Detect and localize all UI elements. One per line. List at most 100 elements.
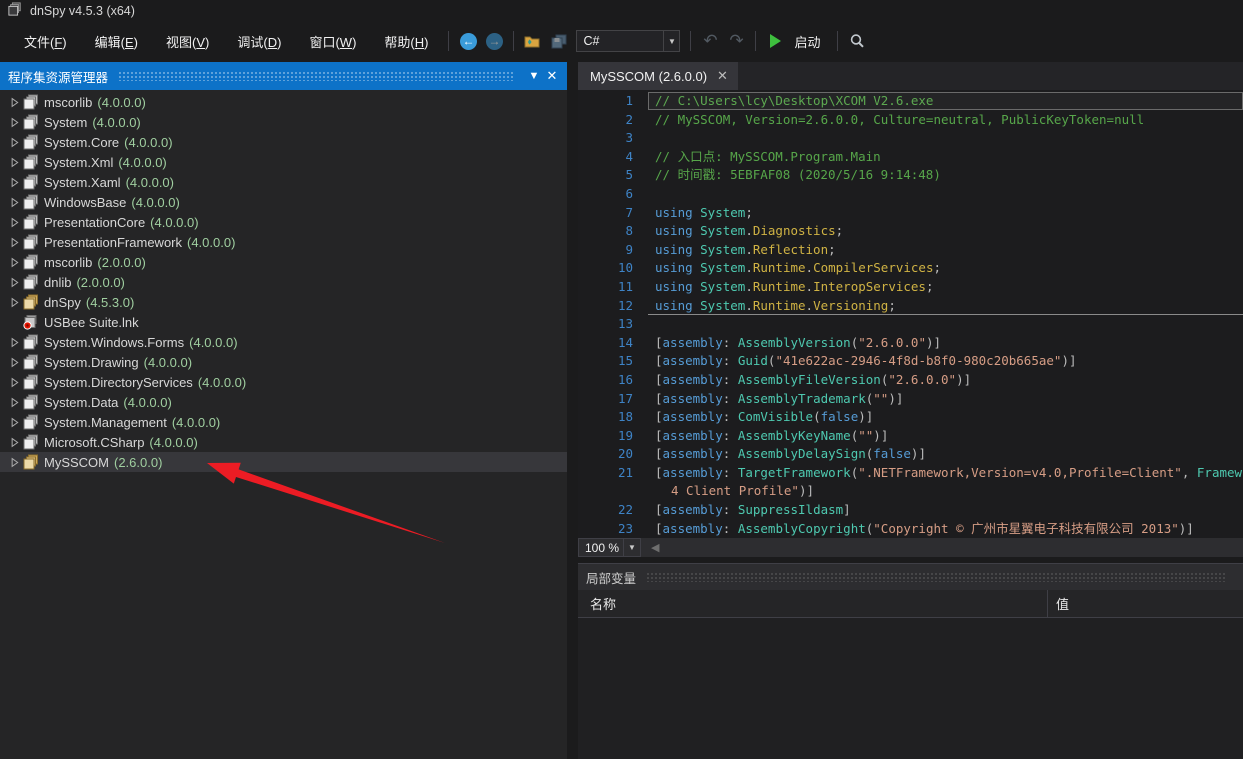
assembly-tree-item[interactable]: PresentationCore(4.0.0.0) xyxy=(0,212,567,232)
redo-icon: ↷ xyxy=(729,31,743,51)
assembly-tree-item[interactable]: dnlib(2.0.0.0) xyxy=(0,272,567,292)
assembly-tree-item[interactable]: System.Data(4.0.0.0) xyxy=(0,392,567,412)
assembly-tree-item[interactable]: Microsoft.CSharp(4.0.0.0) xyxy=(0,432,567,452)
menu-item[interactable]: 编辑(E) xyxy=(81,27,152,56)
expander-icon[interactable] xyxy=(6,177,22,188)
undo-button[interactable]: ↶ xyxy=(697,29,723,53)
expander-icon[interactable] xyxy=(6,397,22,408)
expander-icon[interactable] xyxy=(6,157,22,168)
assembly-name: System.Core xyxy=(44,135,119,150)
start-button-label: 启动 xyxy=(788,32,830,51)
menu-item[interactable]: 调试(D) xyxy=(223,27,295,56)
assembly-tree[interactable]: mscorlib(4.0.0.0)System(4.0.0.0)System.C… xyxy=(0,90,567,759)
code-line: 22[assembly: SuppressIldasm] xyxy=(578,501,1243,520)
expander-icon[interactable] xyxy=(6,217,22,228)
assembly-icon xyxy=(22,394,40,410)
expander-icon[interactable] xyxy=(6,237,22,248)
assembly-tree-item[interactable]: System.Core(4.0.0.0) xyxy=(0,132,567,152)
expander-icon[interactable] xyxy=(6,357,22,368)
assembly-version: (4.0.0.0) xyxy=(187,235,235,250)
expander-icon[interactable] xyxy=(6,417,22,428)
tab-close-icon[interactable]: ✕ xyxy=(717,68,728,84)
panel-close-button[interactable]: ✕ xyxy=(543,67,561,85)
assembly-name: System.DirectoryServices xyxy=(44,375,193,390)
assembly-icon xyxy=(22,334,40,350)
expander-icon[interactable] xyxy=(6,197,22,208)
assembly-tree-item[interactable]: System(4.0.0.0) xyxy=(0,112,567,132)
assembly-tree-item[interactable]: System.Management(4.0.0.0) xyxy=(0,412,567,432)
tab-label: MySSCOM (2.6.0.0) xyxy=(590,69,707,84)
line-number: 6 xyxy=(578,185,633,204)
assembly-tree-item[interactable]: System.DirectoryServices(4.0.0.0) xyxy=(0,372,567,392)
assembly-tree-item[interactable]: PresentationFramework(4.0.0.0) xyxy=(0,232,567,252)
code-text: using System; xyxy=(633,204,1243,223)
assembly-tree-item[interactable]: MySSCOM(2.6.0.0) xyxy=(0,452,567,472)
assembly-tree-item[interactable]: System.Xml(4.0.0.0) xyxy=(0,152,567,172)
code-line: 5// 时间戳: 5EBFAF08 (2020/5/16 9:14:48) xyxy=(578,166,1243,185)
code-text: using System.Runtime.CompilerServices; xyxy=(633,259,1243,278)
assembly-icon xyxy=(22,274,40,290)
zoom-dropdown-button[interactable]: ▼ xyxy=(624,538,641,557)
line-number: 9 xyxy=(578,241,633,260)
language-combo[interactable]: C# ▼ xyxy=(576,30,680,52)
assembly-name: System.Xaml xyxy=(44,175,121,190)
expander-icon[interactable] xyxy=(6,377,22,388)
scroll-left-icon: ◀ xyxy=(641,541,659,554)
code-line: 14[assembly: AssemblyVersion("2.6.0.0")] xyxy=(578,334,1243,353)
expander-icon[interactable] xyxy=(6,297,22,308)
panel-splitter[interactable] xyxy=(567,62,578,759)
line-number: 11 xyxy=(578,278,633,297)
menu-item[interactable]: 帮助(H) xyxy=(370,27,442,56)
assembly-tree-item[interactable]: dnSpy(4.5.3.0) xyxy=(0,292,567,312)
open-file-button[interactable] xyxy=(520,29,546,53)
assembly-tree-item[interactable]: USBee Suite.lnk xyxy=(0,312,567,332)
expander-icon[interactable] xyxy=(6,437,22,448)
assembly-tree-item[interactable]: mscorlib(2.0.0.0) xyxy=(0,252,567,272)
column-header-value[interactable]: 值 xyxy=(1048,590,1243,617)
expander-icon[interactable] xyxy=(6,137,22,148)
assembly-name: PresentationCore xyxy=(44,215,145,230)
back-button[interactable]: ← xyxy=(455,29,481,53)
assembly-icon xyxy=(22,134,40,150)
zoom-level-control[interactable]: 100 % xyxy=(578,538,624,557)
code-text: // MySSCOM, Version=2.6.0.0, Culture=neu… xyxy=(633,111,1243,130)
expander-icon[interactable] xyxy=(6,257,22,268)
expander-icon[interactable] xyxy=(6,337,22,348)
expander-icon[interactable] xyxy=(6,277,22,288)
save-all-button[interactable] xyxy=(546,29,572,53)
assembly-version: (4.0.0.0) xyxy=(149,435,197,450)
menu-item[interactable]: 视图(V) xyxy=(152,27,223,56)
column-header-name[interactable]: 名称 xyxy=(578,590,1048,617)
expander-icon[interactable] xyxy=(6,97,22,108)
search-button[interactable] xyxy=(844,29,870,53)
code-text: [assembly: AssemblyKeyName("")] xyxy=(633,427,1243,446)
tab-mysscom[interactable]: MySSCOM (2.6.0.0) ✕ xyxy=(578,62,738,90)
start-button[interactable]: 启动 xyxy=(762,29,830,53)
horizontal-scrollbar[interactable]: ◀ xyxy=(641,538,1243,557)
assembly-explorer-header: 程序集资源管理器 ▼ ✕ xyxy=(0,62,567,90)
redo-button[interactable]: ↷ xyxy=(723,29,749,53)
assembly-tree-item[interactable]: System.Drawing(4.0.0.0) xyxy=(0,352,567,372)
code-editor[interactable]: 1// C:\Users\lcy\Desktop\XCOM V2.6.exe2/… xyxy=(578,90,1243,538)
locals-body[interactable] xyxy=(578,619,1243,759)
panel-dropdown-button[interactable]: ▼ xyxy=(525,67,543,85)
line-number xyxy=(578,482,633,501)
assembly-tree-item[interactable]: mscorlib(4.0.0.0) xyxy=(0,92,567,112)
expander-icon[interactable] xyxy=(6,117,22,128)
menu-item[interactable]: 窗口(W) xyxy=(295,27,370,56)
assembly-tree-item[interactable]: WindowsBase(4.0.0.0) xyxy=(0,192,567,212)
app-icon xyxy=(8,2,22,21)
assembly-tree-item[interactable]: System.Xaml(4.0.0.0) xyxy=(0,172,567,192)
menu-item[interactable]: 文件(F) xyxy=(10,27,81,56)
language-combo-value: C# xyxy=(577,34,663,48)
back-icon: ← xyxy=(460,33,477,50)
forward-button[interactable]: → xyxy=(481,29,507,53)
assembly-version: (4.0.0.0) xyxy=(172,415,220,430)
assembly-explorer-panel: 程序集资源管理器 ▼ ✕ mscorlib(4.0.0.0)System(4.0… xyxy=(0,62,567,759)
chevron-down-icon: ▼ xyxy=(529,70,540,82)
assembly-tree-item[interactable]: System.Windows.Forms(4.0.0.0) xyxy=(0,332,567,352)
code-text: // 时间戳: 5EBFAF08 (2020/5/16 9:14:48) xyxy=(633,166,1243,185)
code-line: 7using System; xyxy=(578,204,1243,223)
expander-icon[interactable] xyxy=(6,457,22,468)
code-line: 15[assembly: Guid("41e622ac-2946-4f8d-b8… xyxy=(578,352,1243,371)
